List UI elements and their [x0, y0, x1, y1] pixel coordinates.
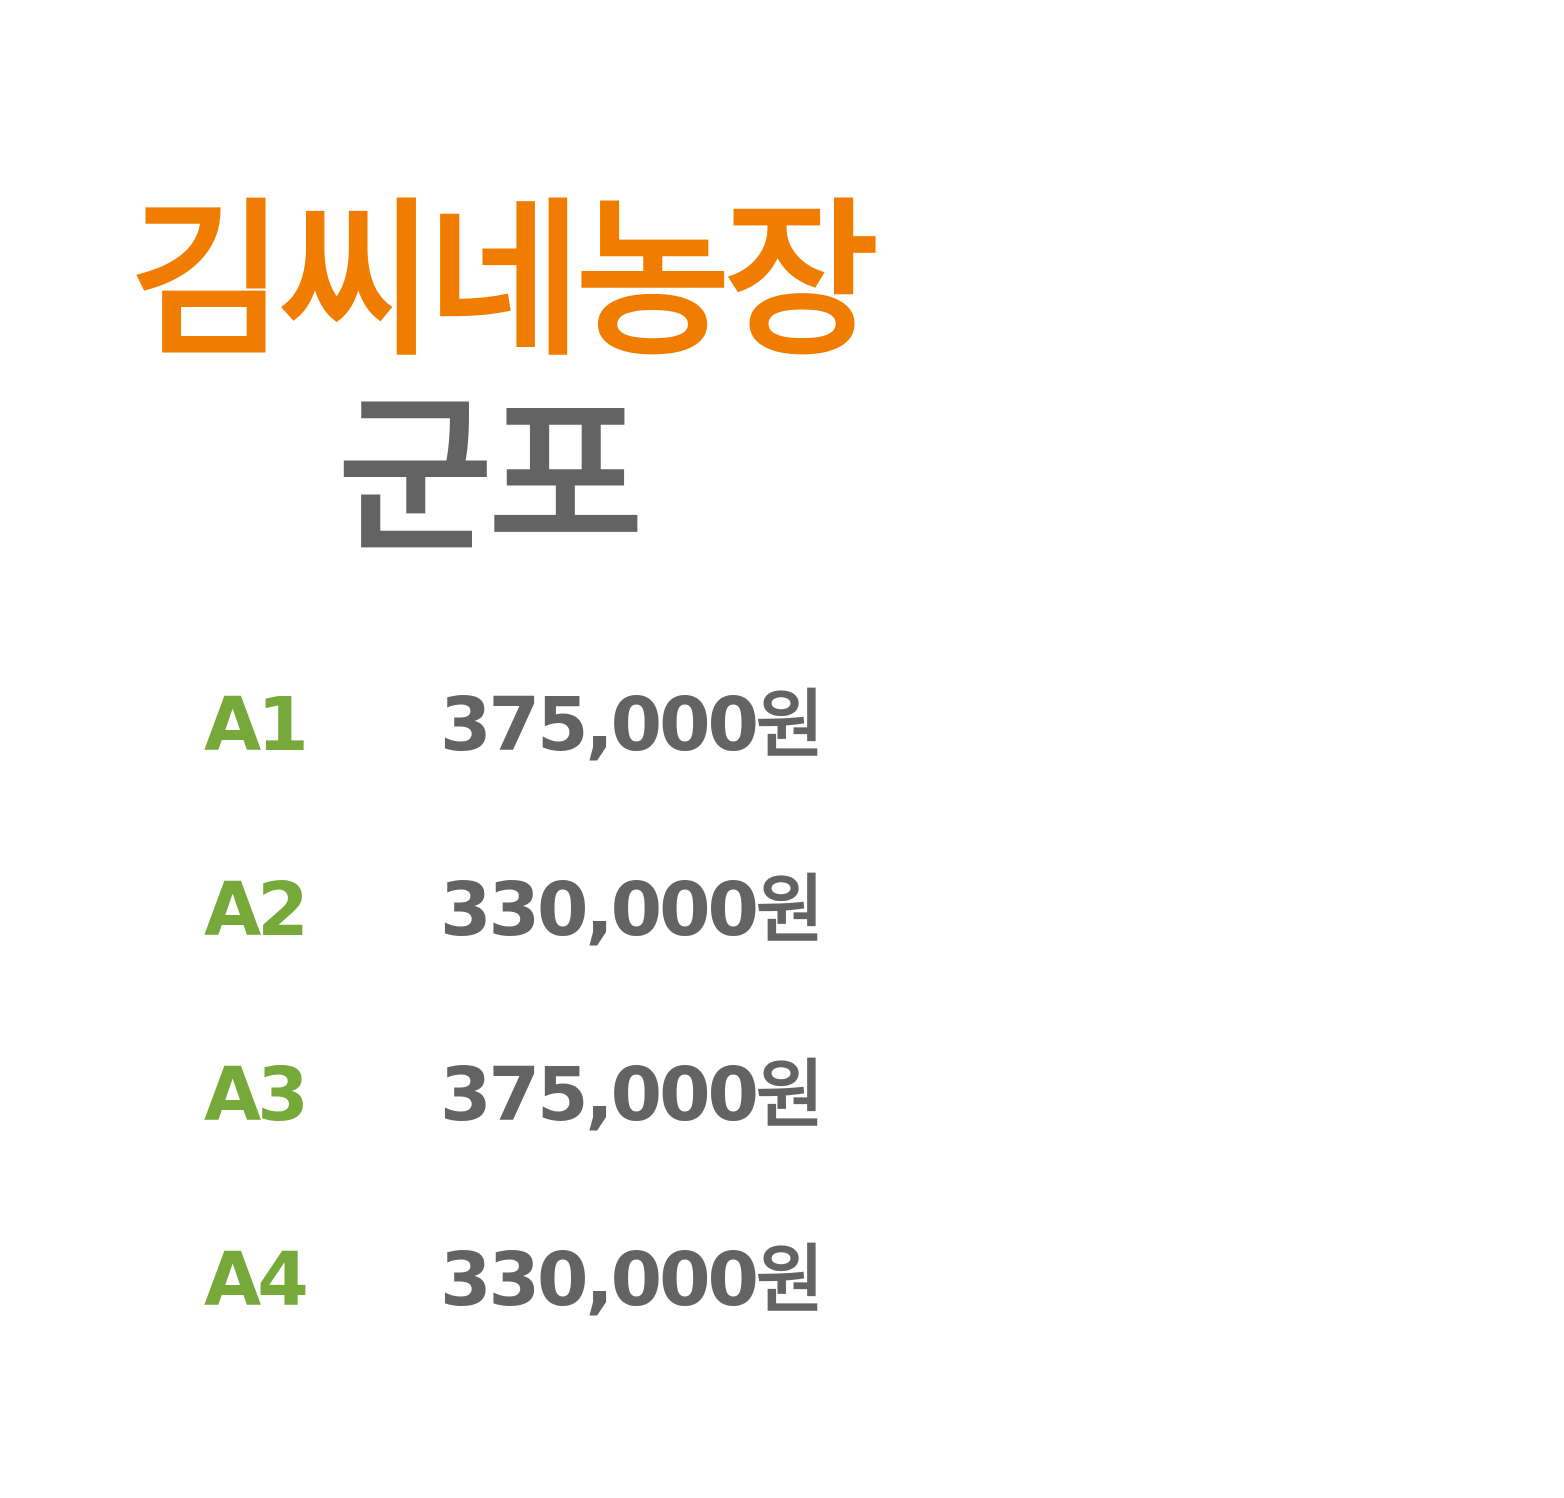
- price-value: 375,000원: [440, 1052, 824, 1138]
- grade-label: A3: [204, 1052, 309, 1138]
- price-value: 330,000원: [440, 1237, 824, 1323]
- price-value: 375,000원: [440, 682, 824, 768]
- price-value: 330,000원: [440, 867, 824, 953]
- price-row-a3: A3 375,000원: [0, 1050, 900, 1140]
- grade-label: A2: [204, 867, 309, 953]
- location-label: 군포: [338, 379, 643, 575]
- price-row-a4: A4 330,000원: [0, 1235, 900, 1325]
- farm-title: 김씨네농장: [130, 183, 879, 379]
- price-row-a2: A2 330,000원: [0, 865, 900, 955]
- grade-label: A4: [204, 1237, 309, 1323]
- grade-label: A1: [204, 682, 309, 768]
- price-row-a1: A1 375,000원: [0, 680, 900, 770]
